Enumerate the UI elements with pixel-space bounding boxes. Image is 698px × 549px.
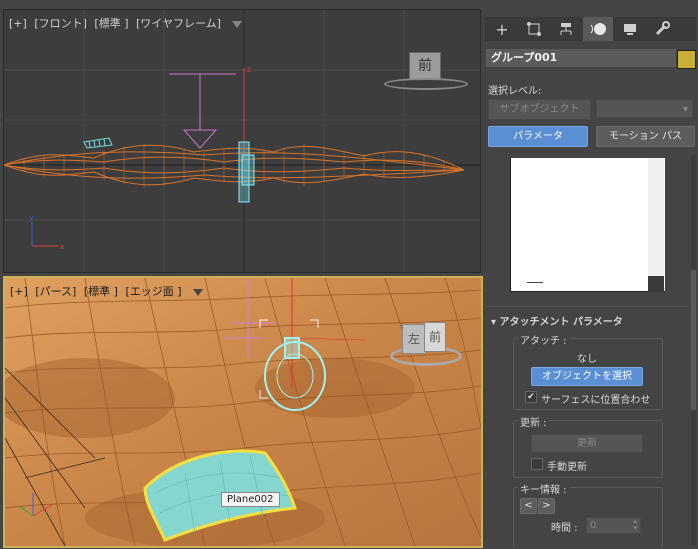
motion-path-button[interactable]: モーション パス — [596, 126, 695, 147]
hierarchy-tab[interactable] — [551, 17, 581, 41]
command-panel-scrollbar-thumb[interactable] — [691, 270, 696, 410]
spinner-arrows-icon[interactable]: ▴ ▾ — [633, 518, 637, 532]
subobject-dropdown[interactable]: ▾ — [596, 99, 693, 118]
rollout-collapse-icon: ▾ — [491, 317, 497, 328]
viewcube-ring[interactable] — [384, 78, 468, 90]
curve-preview — [510, 158, 665, 292]
align-to-surface-label: サーフェスに位置合わせ — [541, 395, 651, 406]
previous-key-button[interactable]: < — [520, 498, 537, 514]
viewcube-front-face[interactable]: 前 — [424, 322, 446, 352]
viewcube-front-face[interactable]: 前 — [409, 52, 441, 80]
viewport-menu-plus[interactable]: [+] — [10, 285, 28, 298]
display-tab[interactable] — [615, 17, 645, 41]
update-button[interactable]: 更新 — [531, 434, 643, 453]
plus-icon: + — [495, 19, 509, 39]
manual-update-label: 手動更新 — [547, 462, 587, 473]
selection-level-label: 選択レベル: — [488, 86, 542, 97]
curve-marker — [527, 282, 543, 283]
viewport-shading-mode[interactable]: [標準 ] — [84, 285, 118, 298]
curve-preview-scroll[interactable] — [648, 158, 664, 276]
selected-plane-wireframe — [83, 137, 113, 149]
utilities-tab[interactable] — [647, 17, 677, 41]
svg-text:y: y — [29, 213, 34, 222]
time-label: 時間 : — [551, 523, 578, 534]
svg-text:x: x — [60, 242, 65, 251]
attach-target-value: なし — [577, 354, 597, 365]
light-gizmo — [169, 73, 236, 149]
viewport-display-mode[interactable]: [エッジ面 ] — [125, 285, 181, 298]
parameters-button[interactable]: パラメータ — [488, 126, 588, 147]
hierarchy-icon — [560, 23, 572, 35]
chevron-down-icon: ▾ — [682, 104, 688, 115]
next-key-button[interactable]: > — [538, 498, 555, 514]
curve-preview-corner — [648, 276, 664, 292]
modify-tab[interactable] — [519, 17, 549, 41]
wrench-icon — [655, 21, 670, 36]
axis-tripod: x y — [29, 213, 65, 251]
perspective-viewport-label[interactable]: [+] [パース] [標準 ] [エッジ面 ] — [10, 283, 207, 299]
perspective-viewport[interactable]: [+] [パース] [標準 ] [エッジ面 ] 左 前 Plane002 — [3, 276, 483, 548]
align-to-surface-checkbox[interactable]: ✔ — [525, 391, 537, 403]
viewport-point-of-view[interactable]: [パース] — [35, 285, 76, 298]
attach-group-title: アタッチ : — [518, 332, 569, 347]
filter-icon[interactable] — [193, 288, 204, 296]
viewcube[interactable]: 左 前 — [390, 318, 462, 368]
motion-icon — [590, 23, 606, 35]
motion-tab[interactable] — [583, 17, 613, 41]
manual-update-checkbox[interactable] — [531, 458, 543, 470]
command-panel-tabs: + — [485, 17, 696, 41]
command-panel: + グループ001 選択レベル: サブオブジェクト ▾ パラメータ モーション … — [483, 0, 698, 549]
object-color-swatch[interactable] — [677, 50, 696, 69]
create-tab[interactable]: + — [487, 17, 517, 41]
rollout-divider — [486, 306, 689, 307]
time-spinner[interactable]: 0 ▴ ▾ — [586, 517, 641, 534]
object-name-field[interactable]: グループ001 — [486, 49, 676, 67]
pick-object-button[interactable]: オブジェクトを選択 — [531, 367, 643, 386]
front-viewport[interactable]: [+] [フロント] [標準 ] [ワイヤフレーム] z x y 前 — [3, 9, 481, 273]
attached-object-wireframe — [238, 141, 255, 203]
subobject-button[interactable]: サブオブジェクト — [488, 99, 591, 120]
key-info-group-title: キー情報 : — [518, 481, 569, 496]
viewcube-left-face[interactable]: 左 — [402, 324, 426, 354]
monitor-icon — [624, 24, 636, 35]
z-axis-label: z — [247, 65, 251, 74]
attachment-parameters-rollout[interactable]: ▾ アタッチメント パラメータ — [491, 313, 623, 328]
viewcube[interactable]: 前 — [384, 50, 468, 90]
update-group-title: 更新 : — [518, 414, 549, 429]
modify-icon — [527, 22, 541, 36]
object-tooltip: Plane002 — [221, 492, 280, 507]
